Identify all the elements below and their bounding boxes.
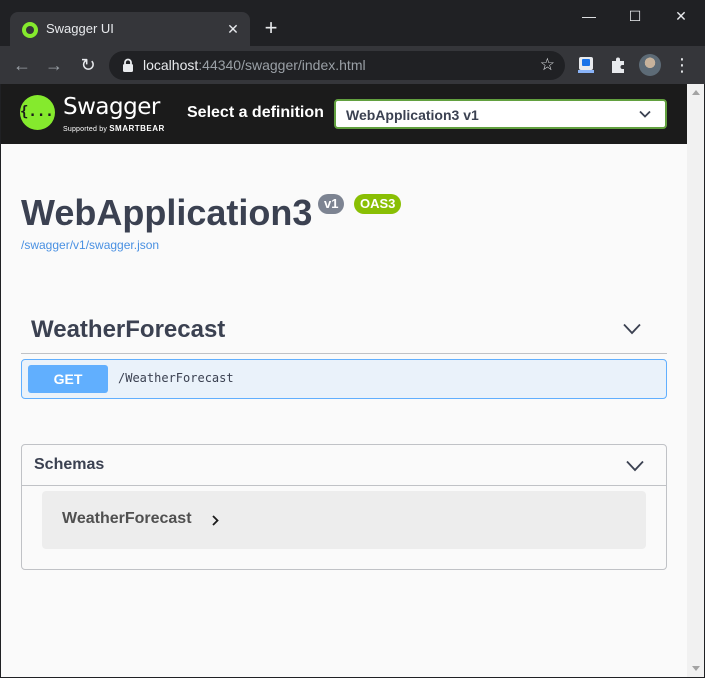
browser-tab-strip: Swagger UI ✕ + — ☐ ✕	[0, 0, 705, 46]
scroll-up-arrow-icon[interactable]	[692, 90, 700, 95]
browser-toolbar: ← → ↻ localhost:44340/swagger/index.html…	[0, 46, 705, 84]
select-definition-label: Select a definition	[187, 104, 324, 121]
extensions-puzzle-icon[interactable]	[608, 55, 628, 75]
chevron-right-icon[interactable]	[212, 515, 219, 526]
browser-tab[interactable]: Swagger UI ✕	[10, 12, 250, 46]
oas-badge: OAS3	[354, 194, 402, 214]
window-close-button[interactable]: ✕	[658, 0, 704, 32]
schemas-title: Schemas	[34, 456, 105, 473]
window-maximize-button[interactable]: ☐	[612, 0, 658, 32]
profile-avatar[interactable]	[639, 54, 661, 76]
swagger-logo-subtitle: Supported by SMARTBEAR	[63, 124, 165, 133]
tag-title: WeatherForecast	[31, 316, 226, 343]
url-host: localhost	[143, 57, 199, 73]
url-path: :44340/swagger/index.html	[198, 57, 366, 73]
page-viewport: {...} Swagger Supported by SMARTBEAR Sel…	[1, 84, 687, 677]
http-method-badge: GET	[28, 365, 108, 393]
window-minimize-button[interactable]: —	[566, 0, 612, 32]
schema-item-weatherforecast[interactable]: WeatherForecast	[42, 491, 646, 549]
reload-button[interactable]: ↻	[75, 52, 101, 78]
url-text: localhost:44340/swagger/index.html	[143, 57, 366, 73]
chevron-down-icon[interactable]	[623, 323, 641, 335]
definition-select-value: WebApplication3 v1	[346, 107, 479, 123]
version-badge: v1	[318, 194, 345, 214]
swagger-logo-text[interactable]: Swagger	[63, 94, 160, 120]
browser-menu-icon[interactable]: ⋮	[672, 52, 692, 78]
definition-select[interactable]: WebApplication3 v1	[334, 99, 667, 129]
address-bar[interactable]: localhost:44340/swagger/index.html ☆	[109, 51, 565, 80]
new-tab-button[interactable]: +	[258, 16, 284, 42]
scroll-down-arrow-icon[interactable]	[692, 666, 700, 671]
tab-close-icon[interactable]: ✕	[224, 20, 242, 38]
api-title: WebApplication3	[21, 192, 313, 233]
operation-get-weatherforecast[interactable]: GET /WeatherForecast	[21, 359, 667, 399]
chevron-down-icon	[639, 110, 651, 118]
swagger-favicon-icon	[22, 22, 38, 38]
logo-sub-brand: SMARTBEAR	[109, 124, 165, 133]
lock-icon	[123, 58, 133, 72]
logo-sub-prefix: Supported by	[63, 126, 108, 133]
vertical-scrollbar[interactable]	[687, 84, 704, 677]
swagger-logo-icon[interactable]: {...}	[20, 95, 62, 130]
schemas-section: Schemas WeatherForecast	[21, 444, 667, 570]
spec-url-link[interactable]: /swagger/v1/swagger.json	[21, 238, 159, 252]
extension-badge-icon[interactable]	[576, 55, 596, 75]
tab-title: Swagger UI	[46, 21, 114, 36]
operation-path: /WeatherForecast	[118, 371, 234, 385]
chevron-down-icon[interactable]	[626, 460, 644, 472]
schemas-header[interactable]: Schemas	[22, 445, 666, 486]
forward-button[interactable]: →	[41, 52, 67, 78]
tag-section-header[interactable]: WeatherForecast	[21, 310, 667, 354]
schema-name: WeatherForecast	[62, 510, 192, 527]
back-button[interactable]: ←	[9, 52, 35, 78]
bookmark-star-icon[interactable]: ☆	[540, 55, 555, 75]
swagger-topbar: {...} Swagger Supported by SMARTBEAR Sel…	[1, 84, 687, 144]
